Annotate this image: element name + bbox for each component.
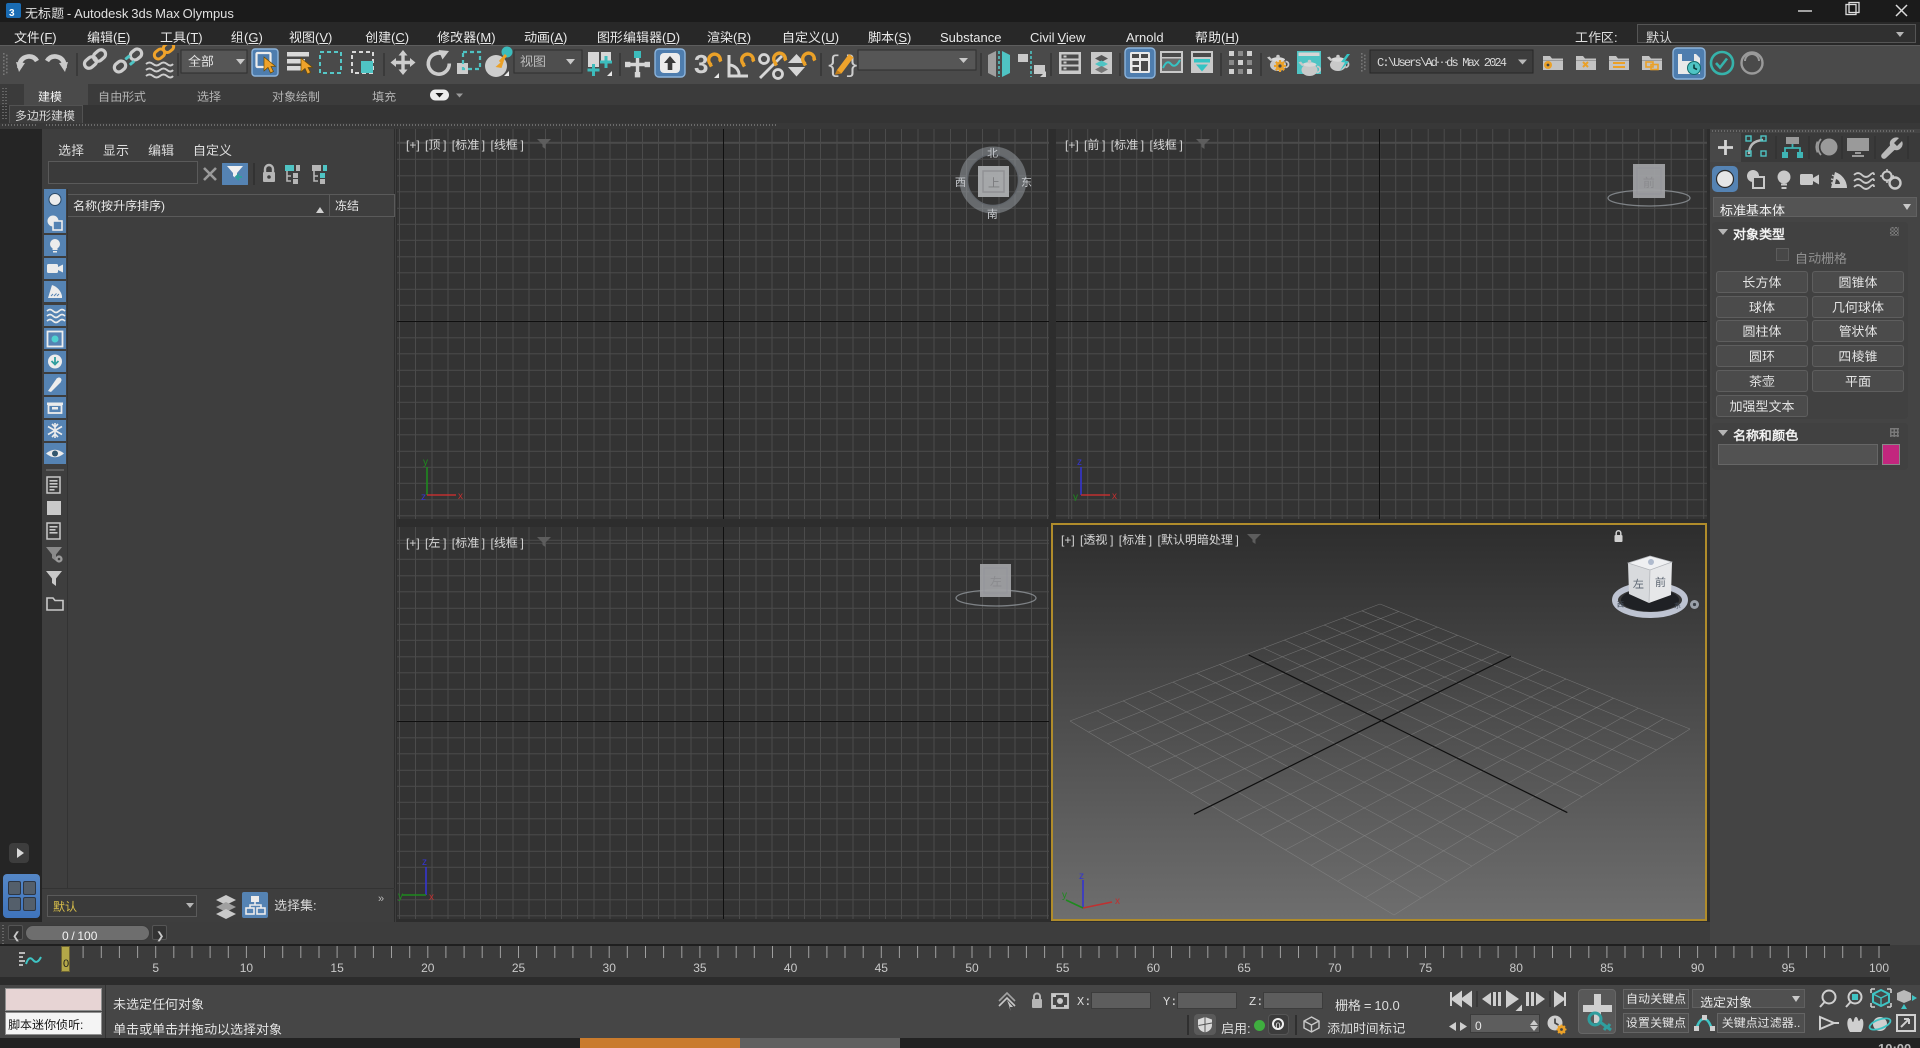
svg-text:55: 55 [1056,961,1070,975]
svg-text:25: 25 [512,961,526,975]
svg-text:15: 15 [330,961,344,975]
svg-text:75: 75 [1419,961,1433,975]
svg-text:20: 20 [421,961,435,975]
svg-text:45: 45 [875,961,889,975]
svg-text:5: 5 [152,961,159,975]
svg-text:60: 60 [1147,961,1161,975]
svg-text:50: 50 [965,961,979,975]
svg-text:90: 90 [1691,961,1705,975]
svg-text:85: 85 [1600,961,1614,975]
svg-text:30: 30 [603,961,617,975]
svg-text:35: 35 [693,961,707,975]
svg-text:80: 80 [1510,961,1524,975]
svg-text:95: 95 [1782,961,1796,975]
svg-text:70: 70 [1328,961,1342,975]
svg-text:10: 10 [240,961,254,975]
svg-text:40: 40 [784,961,798,975]
svg-text:100: 100 [1869,961,1889,975]
svg-text:65: 65 [1237,961,1251,975]
